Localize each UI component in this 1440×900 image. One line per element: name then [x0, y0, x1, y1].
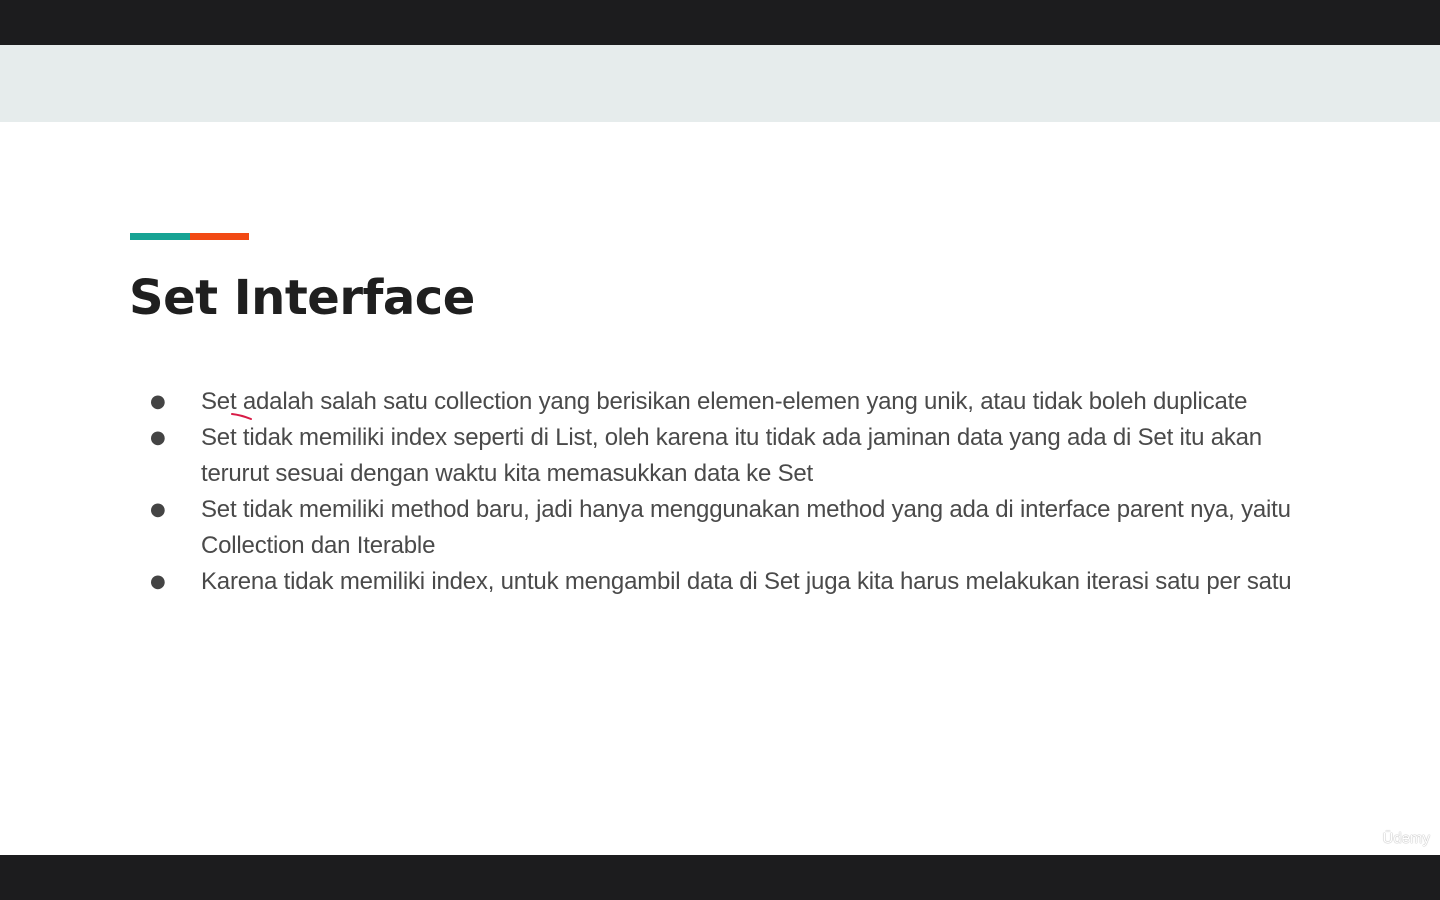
bullet-text: Set tidak memiliki index seperti di List… — [201, 424, 1262, 487]
bullet-dot-icon: ● — [150, 427, 166, 448]
slide-header-band — [0, 45, 1440, 122]
bullet-item: ● Set adalah salah satu collection yang … — [145, 384, 1325, 420]
bullet-item: ● Set tidak memiliki index seperti di Li… — [145, 420, 1325, 492]
bottom-letterbox-bar — [0, 855, 1440, 900]
bullet-item: ● Set tidak memiliki method baru, jadi h… — [145, 492, 1325, 564]
pen-stroke — [231, 413, 252, 420]
accent-bar-orange — [189, 233, 249, 240]
bullet-dot-icon: ● — [150, 571, 166, 592]
presentation-slide: Set Interface ● Set adalah salah satu co… — [0, 45, 1440, 855]
bullet-dot-icon: ● — [150, 391, 166, 412]
pen-annotation-mark — [231, 413, 252, 420]
accent-bar-teal — [130, 233, 190, 240]
bullet-item: ● Karena tidak memiliki index, untuk men… — [145, 564, 1325, 600]
udemy-watermark-logo: Ūdemy — [1382, 830, 1430, 847]
bullet-text: Set tidak memiliki method baru, jadi han… — [201, 496, 1291, 559]
title-accent-bar — [130, 233, 249, 240]
bullet-text: Set adalah salah satu collection yang be… — [201, 388, 1248, 415]
bullet-dot-icon: ● — [150, 499, 166, 520]
bullet-list: ● Set adalah salah satu collection yang … — [145, 384, 1325, 600]
video-frame: Set Interface ● Set adalah salah satu co… — [0, 0, 1440, 900]
bullet-text: Karena tidak memiliki index, untuk menga… — [201, 568, 1292, 595]
slide-title: Set Interface — [129, 270, 475, 326]
